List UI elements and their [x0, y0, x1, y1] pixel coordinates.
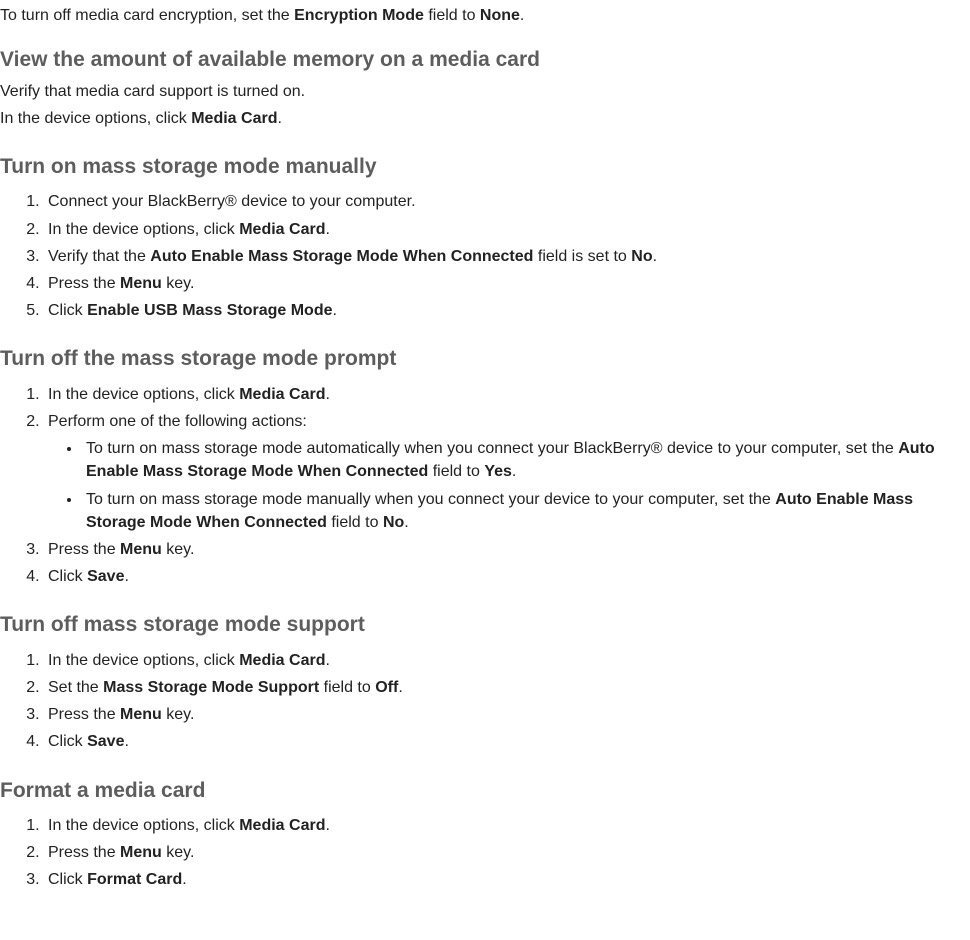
bold-text: Off: [375, 679, 398, 696]
bold-text: Menu: [120, 844, 162, 861]
list-item: To turn on mass storage mode manually wh…: [82, 488, 966, 534]
list-item: Click Enable USB Mass Storage Mode.: [44, 299, 966, 322]
text: key.: [162, 275, 195, 292]
bold-text: Auto Enable Mass Storage Mode When Conne…: [150, 248, 533, 265]
bold-text: Save: [87, 733, 124, 750]
page-content: To turn off media card encryption, set t…: [0, 0, 970, 904]
text: .: [182, 871, 186, 888]
list-item: Perform one of the following actions: To…: [44, 410, 966, 534]
section-heading-turn-on-mass-storage: Turn on mass storage mode manually: [0, 152, 966, 182]
bold-text: None: [480, 7, 520, 24]
list-item: Press the Menu key.: [44, 272, 966, 295]
text: field to: [327, 514, 383, 531]
body-text: Verify that media card support is turned…: [0, 80, 966, 103]
list-item: In the device options, click Media Card.: [44, 649, 966, 672]
bold-text: Menu: [120, 275, 162, 292]
text: .: [325, 652, 329, 669]
bold-text: Media Card: [191, 110, 277, 127]
sub-list: To turn on mass storage mode automatical…: [48, 437, 966, 534]
body-text: In the device options, click Media Card.: [0, 107, 966, 130]
bold-text: Yes: [484, 463, 512, 480]
text: In the device options, click: [0, 110, 191, 127]
text: .: [520, 7, 524, 24]
text: field is set to: [533, 248, 631, 265]
bold-text: Menu: [120, 706, 162, 723]
text: Press the: [48, 541, 120, 558]
text: .: [277, 110, 281, 127]
list-item: Press the Menu key.: [44, 703, 966, 726]
text: In the device options, click: [48, 817, 239, 834]
bold-text: No: [383, 514, 404, 531]
ordered-list: In the device options, click Media Card.…: [0, 814, 966, 892]
list-item: Click Format Card.: [44, 868, 966, 891]
text: key.: [162, 706, 195, 723]
text: In the device options, click: [48, 652, 239, 669]
ordered-list: In the device options, click Media Card.…: [0, 383, 966, 589]
text: To turn off media card encryption, set t…: [0, 7, 294, 24]
text: Perform one of the following actions:: [48, 413, 307, 430]
list-item: Set the Mass Storage Mode Support field …: [44, 676, 966, 699]
list-item: To turn on mass storage mode automatical…: [82, 437, 966, 483]
list-item: In the device options, click Media Card.: [44, 814, 966, 837]
section-heading-turn-off-support: Turn off mass storage mode support: [0, 610, 966, 640]
bold-text: Mass Storage Mode Support: [103, 679, 319, 696]
intro-paragraph: To turn off media card encryption, set t…: [0, 4, 966, 27]
list-item: Press the Menu key.: [44, 841, 966, 864]
list-item: Press the Menu key.: [44, 538, 966, 561]
text: In the device options, click: [48, 386, 239, 403]
bold-text: Media Card: [239, 221, 325, 238]
section-heading-turn-off-prompt: Turn off the mass storage mode prompt: [0, 344, 966, 374]
text: .: [653, 248, 657, 265]
text: field to: [428, 463, 484, 480]
text: Press the: [48, 275, 120, 292]
text: .: [333, 302, 337, 319]
list-item: In the device options, click Media Card.: [44, 218, 966, 241]
section-heading-format-card: Format a media card: [0, 776, 966, 806]
bold-text: Media Card: [239, 386, 325, 403]
list-item: In the device options, click Media Card.: [44, 383, 966, 406]
text: key.: [162, 541, 195, 558]
section-heading-view-memory: View the amount of available memory on a…: [0, 45, 966, 75]
bold-text: Encryption Mode: [294, 7, 424, 24]
text: Press the: [48, 844, 120, 861]
text: .: [325, 817, 329, 834]
text: .: [512, 463, 516, 480]
text: .: [325, 221, 329, 238]
text: .: [325, 386, 329, 403]
text: Click: [48, 568, 87, 585]
text: Connect your BlackBerry® device to your …: [48, 193, 416, 210]
text: Click: [48, 733, 87, 750]
text: Set the: [48, 679, 103, 696]
text: .: [124, 568, 128, 585]
text: Verify that the: [48, 248, 150, 265]
bold-text: Save: [87, 568, 124, 585]
text: Click: [48, 302, 87, 319]
text: field to: [319, 679, 375, 696]
text: Click: [48, 871, 87, 888]
text: .: [404, 514, 408, 531]
bold-text: Enable USB Mass Storage Mode: [87, 302, 332, 319]
ordered-list: In the device options, click Media Card.…: [0, 649, 966, 754]
text: .: [398, 679, 402, 696]
list-item: Connect your BlackBerry® device to your …: [44, 190, 966, 213]
bold-text: No: [631, 248, 652, 265]
bold-text: Media Card: [239, 652, 325, 669]
text: Press the: [48, 706, 120, 723]
bold-text: Format Card: [87, 871, 182, 888]
list-item: Click Save.: [44, 565, 966, 588]
ordered-list: Connect your BlackBerry® device to your …: [0, 190, 966, 322]
text: To turn on mass storage mode manually wh…: [86, 491, 775, 508]
text: .: [124, 733, 128, 750]
list-item: Verify that the Auto Enable Mass Storage…: [44, 245, 966, 268]
text: To turn on mass storage mode automatical…: [86, 440, 898, 457]
text: In the device options, click: [48, 221, 239, 238]
text: field to: [424, 7, 480, 24]
bold-text: Media Card: [239, 817, 325, 834]
bold-text: Menu: [120, 541, 162, 558]
text: key.: [162, 844, 195, 861]
list-item: Click Save.: [44, 730, 966, 753]
